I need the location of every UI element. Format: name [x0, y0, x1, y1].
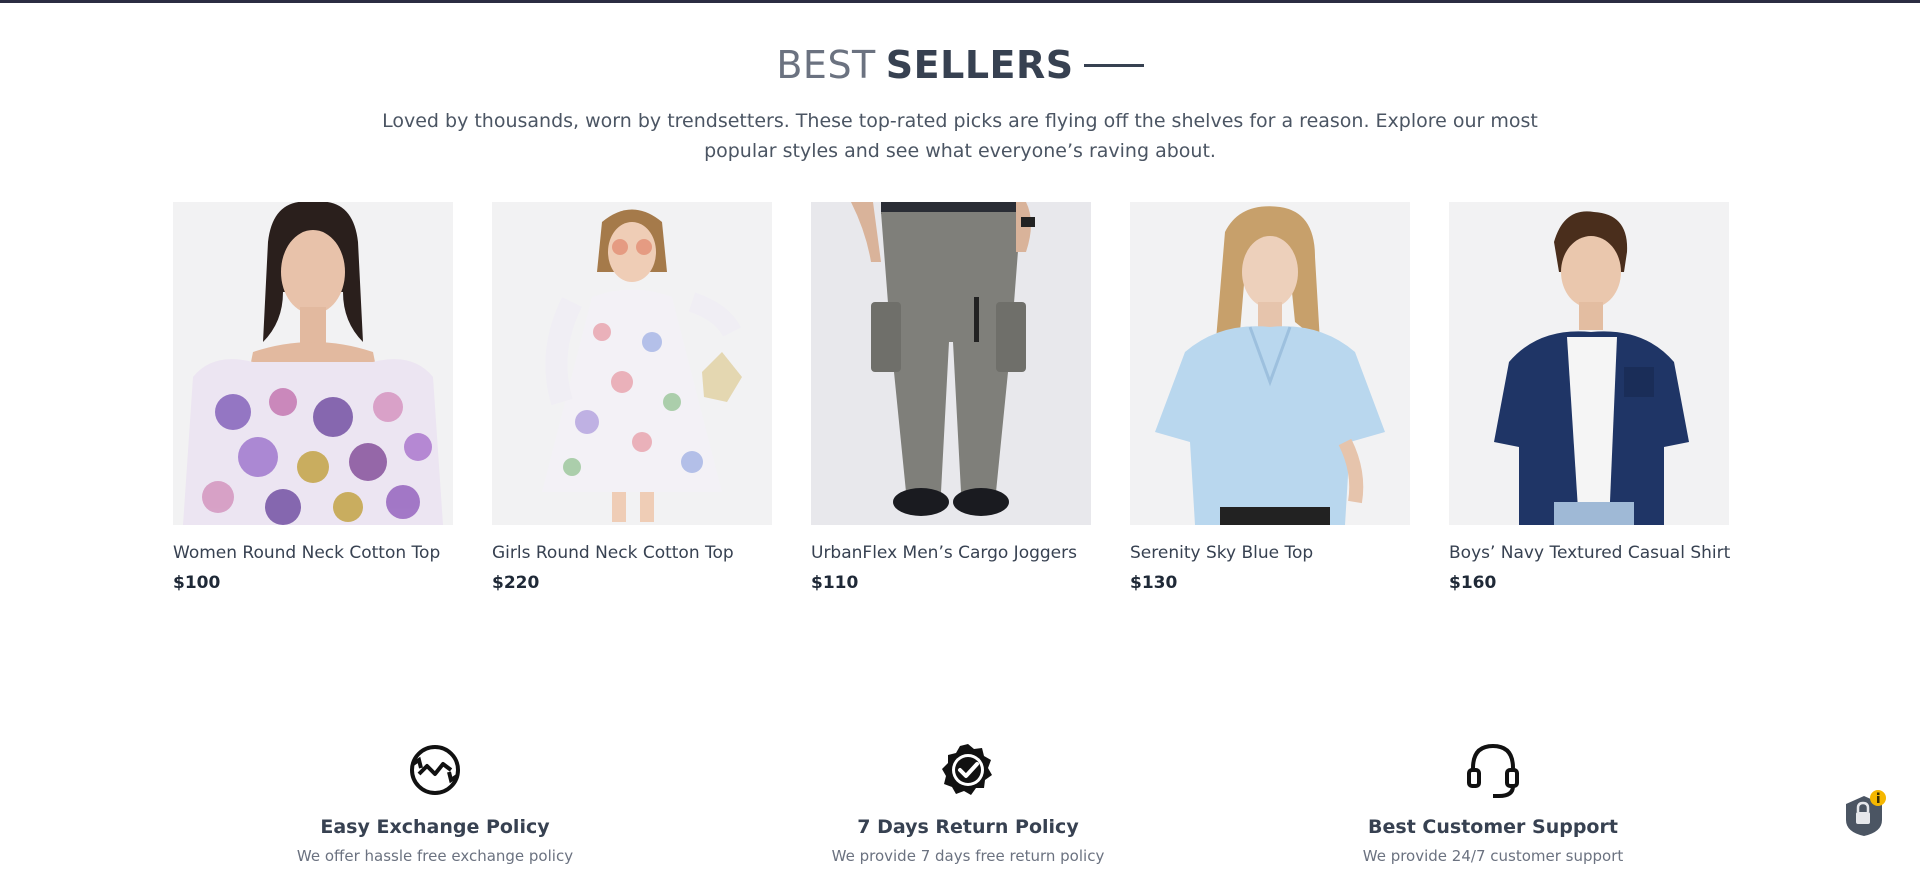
privacy-lock-button[interactable] [1840, 790, 1888, 838]
feature-return: 7 Days Return Policy We provide 7 days f… [758, 740, 1178, 866]
product-name[interactable]: Boys’ Navy Textured Casual Shirt [1449, 541, 1730, 565]
verified-badge-icon [942, 744, 992, 795]
product-image-girls-dress[interactable] [492, 202, 772, 525]
exchange-icon [410, 745, 460, 795]
product-price: $110 [811, 573, 859, 593]
product-image-boys-navy-shirt[interactable] [1449, 202, 1729, 525]
top-border [0, 0, 1920, 3]
cargo-joggers-illustration [811, 202, 1091, 525]
title-bold: SELLERS [885, 43, 1074, 87]
product-price: $130 [1130, 573, 1178, 593]
feature-title: 7 Days Return Policy [857, 816, 1079, 838]
section-subtitle: Loved by thousands, worn by trendsetters… [382, 110, 1538, 162]
product-name[interactable]: Women Round Neck Cotton Top [173, 541, 453, 565]
product-price: $160 [1449, 573, 1497, 593]
feature-description: We offer hassle free exchange policy [296, 847, 574, 865]
sky-blue-top-illustration [1130, 202, 1410, 525]
product-card[interactable]: Women Round Neck Cotton Top $100 [173, 202, 453, 595]
best-sellers-header: BEST SELLERS Loved by thousands, worn by… [0, 40, 1920, 166]
product-name[interactable]: Girls Round Neck Cotton Top [492, 541, 772, 565]
title-light: BEST [776, 43, 876, 87]
product-card[interactable]: Boys’ Navy Textured Casual Shirt $160 [1449, 202, 1730, 595]
product-price: $100 [173, 573, 221, 593]
headset-icon [1467, 743, 1519, 798]
product-image-women-floral-top[interactable] [173, 202, 453, 525]
feature-support: Best Customer Support We provide 24/7 cu… [1283, 740, 1703, 866]
product-card[interactable]: Girls Round Neck Cotton Top $220 [492, 202, 772, 595]
feature-title: Best Customer Support [1368, 816, 1618, 838]
product-card[interactable]: Serenity Sky Blue Top $130 [1130, 202, 1410, 595]
title-dash [1083, 63, 1144, 67]
feature-description: We provide 7 days free return policy [831, 847, 1105, 865]
product-price: $220 [492, 573, 540, 593]
section-title: BEST SELLERS [776, 40, 1144, 90]
feature-description: We provide 24/7 customer support [1362, 847, 1624, 865]
policy-features: Easy Exchange Policy We offer hassle fre… [0, 740, 1920, 870]
product-image-sky-blue-top[interactable] [1130, 202, 1410, 525]
feature-exchange: Easy Exchange Policy We offer hassle fre… [225, 740, 645, 866]
woman-floral-top-illustration [173, 202, 453, 525]
product-name[interactable]: Serenity Sky Blue Top [1130, 541, 1410, 565]
product-grid: Women Round Neck Cotton Top $100 Girls R… [173, 202, 1730, 595]
product-name[interactable]: UrbanFlex Men’s Cargo Joggers [811, 541, 1091, 565]
product-image-cargo-joggers[interactable] [811, 202, 1091, 525]
boys-navy-shirt-illustration [1449, 202, 1729, 525]
product-card[interactable]: UrbanFlex Men’s Cargo Joggers $110 [811, 202, 1091, 595]
shield-lock-icon [1846, 790, 1886, 836]
girl-floral-dress-illustration [492, 202, 772, 525]
feature-title: Easy Exchange Policy [320, 816, 550, 838]
